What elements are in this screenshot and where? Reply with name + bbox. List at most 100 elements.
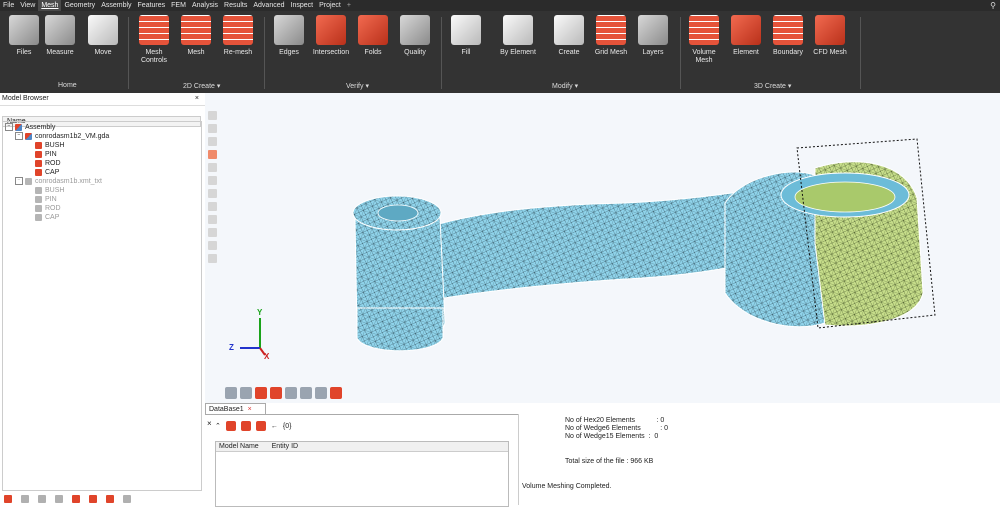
tool-icon[interactable] bbox=[123, 495, 131, 503]
tree-node-pin[interactable]: PIN bbox=[35, 195, 57, 204]
mesh-controls-button[interactable]: Mesh Controls bbox=[130, 15, 178, 65]
measure-button[interactable]: Measure bbox=[36, 15, 84, 57]
tool-icon[interactable] bbox=[72, 495, 80, 503]
column-entity-id[interactable]: Entity ID bbox=[269, 443, 298, 450]
render-mode-icon[interactable] bbox=[285, 387, 297, 399]
part-select-icon[interactable] bbox=[208, 150, 217, 159]
menu-assembly[interactable]: Assembly bbox=[98, 0, 134, 11]
column-model-name[interactable]: Model Name bbox=[216, 443, 259, 450]
collapse-icon[interactable]: − bbox=[5, 123, 13, 132]
menu-project[interactable]: Project bbox=[316, 0, 344, 11]
tool-icon[interactable] bbox=[208, 202, 217, 211]
menu-analysis[interactable]: Analysis bbox=[189, 0, 221, 11]
group-modify[interactable]: Modify ▾ bbox=[552, 82, 578, 90]
menu-geometry[interactable]: Geometry bbox=[61, 0, 98, 11]
tool-icon[interactable] bbox=[4, 495, 12, 503]
entity-count: {0} bbox=[282, 422, 292, 430]
tree-label: ROD bbox=[45, 160, 61, 167]
visibility-icon[interactable] bbox=[300, 387, 312, 399]
menu-view[interactable]: View bbox=[17, 0, 38, 11]
grid-mesh-button[interactable]: Grid Mesh bbox=[587, 15, 635, 57]
volume-mesh-button[interactable]: Volume Mesh bbox=[680, 15, 728, 65]
axis-view-icon[interactable] bbox=[225, 387, 237, 399]
remove-entity-icon[interactable] bbox=[240, 421, 251, 431]
tree-node-assembly[interactable]: − Assembly bbox=[5, 123, 55, 132]
move-button[interactable]: Move bbox=[79, 15, 127, 57]
table-header: Model Name Entity ID bbox=[216, 442, 508, 452]
folds-button[interactable]: Folds bbox=[349, 15, 397, 57]
menu-advanced[interactable]: Advanced bbox=[250, 0, 287, 11]
quality-button[interactable]: Quality bbox=[391, 15, 439, 57]
tool-icon[interactable] bbox=[208, 124, 217, 133]
by-element-button[interactable]: By Element bbox=[494, 15, 542, 57]
tool-icon[interactable] bbox=[208, 228, 217, 237]
tool-icon[interactable] bbox=[208, 163, 217, 172]
tool-icon[interactable] bbox=[106, 495, 114, 503]
close-icon[interactable]: × bbox=[248, 406, 252, 413]
boundary-label: Boundary bbox=[773, 49, 803, 56]
tool-icon[interactable] bbox=[208, 111, 217, 120]
tree-node-bush[interactable]: BUSH bbox=[35, 141, 64, 150]
menu-file[interactable]: File bbox=[0, 0, 17, 11]
tool-icon[interactable] bbox=[89, 495, 97, 503]
tree-node-rod[interactable]: ROD bbox=[35, 204, 61, 213]
tree-node-file2[interactable]: − conrodasm1b.xmt_txt bbox=[15, 177, 102, 186]
tool-icon[interactable] bbox=[208, 176, 217, 185]
create-button[interactable]: Create bbox=[545, 15, 593, 57]
tool-icon[interactable] bbox=[208, 241, 217, 250]
menu-fem[interactable]: FEM bbox=[168, 0, 189, 11]
intersection-button[interactable]: Intersection bbox=[307, 15, 355, 57]
edges-button[interactable]: Edges bbox=[265, 15, 313, 57]
filter-icon[interactable] bbox=[255, 421, 266, 431]
menu-mesh[interactable]: Mesh bbox=[38, 0, 62, 11]
layers-button[interactable]: Layers bbox=[629, 15, 677, 57]
cfd-mesh-button[interactable]: CFD Mesh bbox=[806, 15, 854, 57]
section-icon[interactable] bbox=[330, 387, 342, 399]
tool-icon[interactable] bbox=[38, 495, 46, 503]
group-3d-create[interactable]: 3D Create ▾ bbox=[754, 82, 791, 90]
collapse-icon[interactable]: − bbox=[15, 177, 23, 186]
add-menu-icon[interactable]: + bbox=[344, 2, 354, 9]
remesh-label: Re-mesh bbox=[223, 49, 253, 56]
boundary-button[interactable]: Boundary bbox=[764, 15, 812, 57]
tree-node-rod[interactable]: ROD bbox=[35, 159, 61, 168]
search-icon[interactable]: ⚲ bbox=[990, 0, 996, 11]
back-arrow-icon[interactable]: ← bbox=[271, 423, 278, 430]
menu-inspect[interactable]: Inspect bbox=[288, 0, 317, 11]
tool-icon[interactable] bbox=[208, 137, 217, 146]
tree-node-file1[interactable]: − conrodasm1b2_VM.gda bbox=[15, 132, 109, 141]
part-icon bbox=[35, 186, 42, 194]
show-hide-icon[interactable] bbox=[315, 387, 327, 399]
close-icon[interactable]: × bbox=[207, 419, 212, 428]
menu-results[interactable]: Results bbox=[221, 0, 250, 11]
tree-label: BUSH bbox=[45, 187, 65, 194]
close-icon[interactable]: × bbox=[195, 93, 199, 105]
tree-node-cap[interactable]: CAP bbox=[35, 213, 59, 222]
part-icon bbox=[35, 159, 42, 167]
remesh-button[interactable]: Re-mesh bbox=[214, 15, 262, 57]
mesh-button[interactable]: Mesh bbox=[172, 15, 220, 57]
tool-icon[interactable] bbox=[208, 215, 217, 224]
tool-icon[interactable] bbox=[208, 254, 217, 263]
log-line: Volume Meshing Completed. bbox=[522, 483, 612, 490]
tool-icon[interactable] bbox=[55, 495, 63, 503]
menu-features[interactable]: Features bbox=[135, 0, 169, 11]
fill-button[interactable]: Fill bbox=[442, 15, 490, 57]
zoom-box-icon[interactable] bbox=[255, 387, 267, 399]
collapse-icon[interactable]: − bbox=[15, 132, 23, 141]
part-icon bbox=[35, 168, 42, 176]
graphics-viewport[interactable]: Y Z X bbox=[205, 93, 1000, 403]
group-verify[interactable]: Verify ▾ bbox=[346, 82, 369, 90]
add-entity-icon[interactable] bbox=[225, 421, 236, 431]
zoom-icon[interactable] bbox=[270, 387, 282, 399]
tool-icon[interactable] bbox=[21, 495, 29, 503]
group-2d-create[interactable]: 2D Create ▾ bbox=[183, 82, 220, 90]
element-button[interactable]: Element bbox=[722, 15, 770, 57]
collapse-icon[interactable]: ⌃ bbox=[215, 422, 221, 430]
by-element-icon bbox=[503, 15, 533, 45]
fit-view-icon[interactable] bbox=[240, 387, 252, 399]
tree-node-bush[interactable]: BUSH bbox=[35, 186, 64, 195]
tree-node-pin[interactable]: PIN bbox=[35, 150, 57, 159]
tree-node-cap[interactable]: CAP bbox=[35, 168, 59, 177]
tool-icon[interactable] bbox=[208, 189, 217, 198]
